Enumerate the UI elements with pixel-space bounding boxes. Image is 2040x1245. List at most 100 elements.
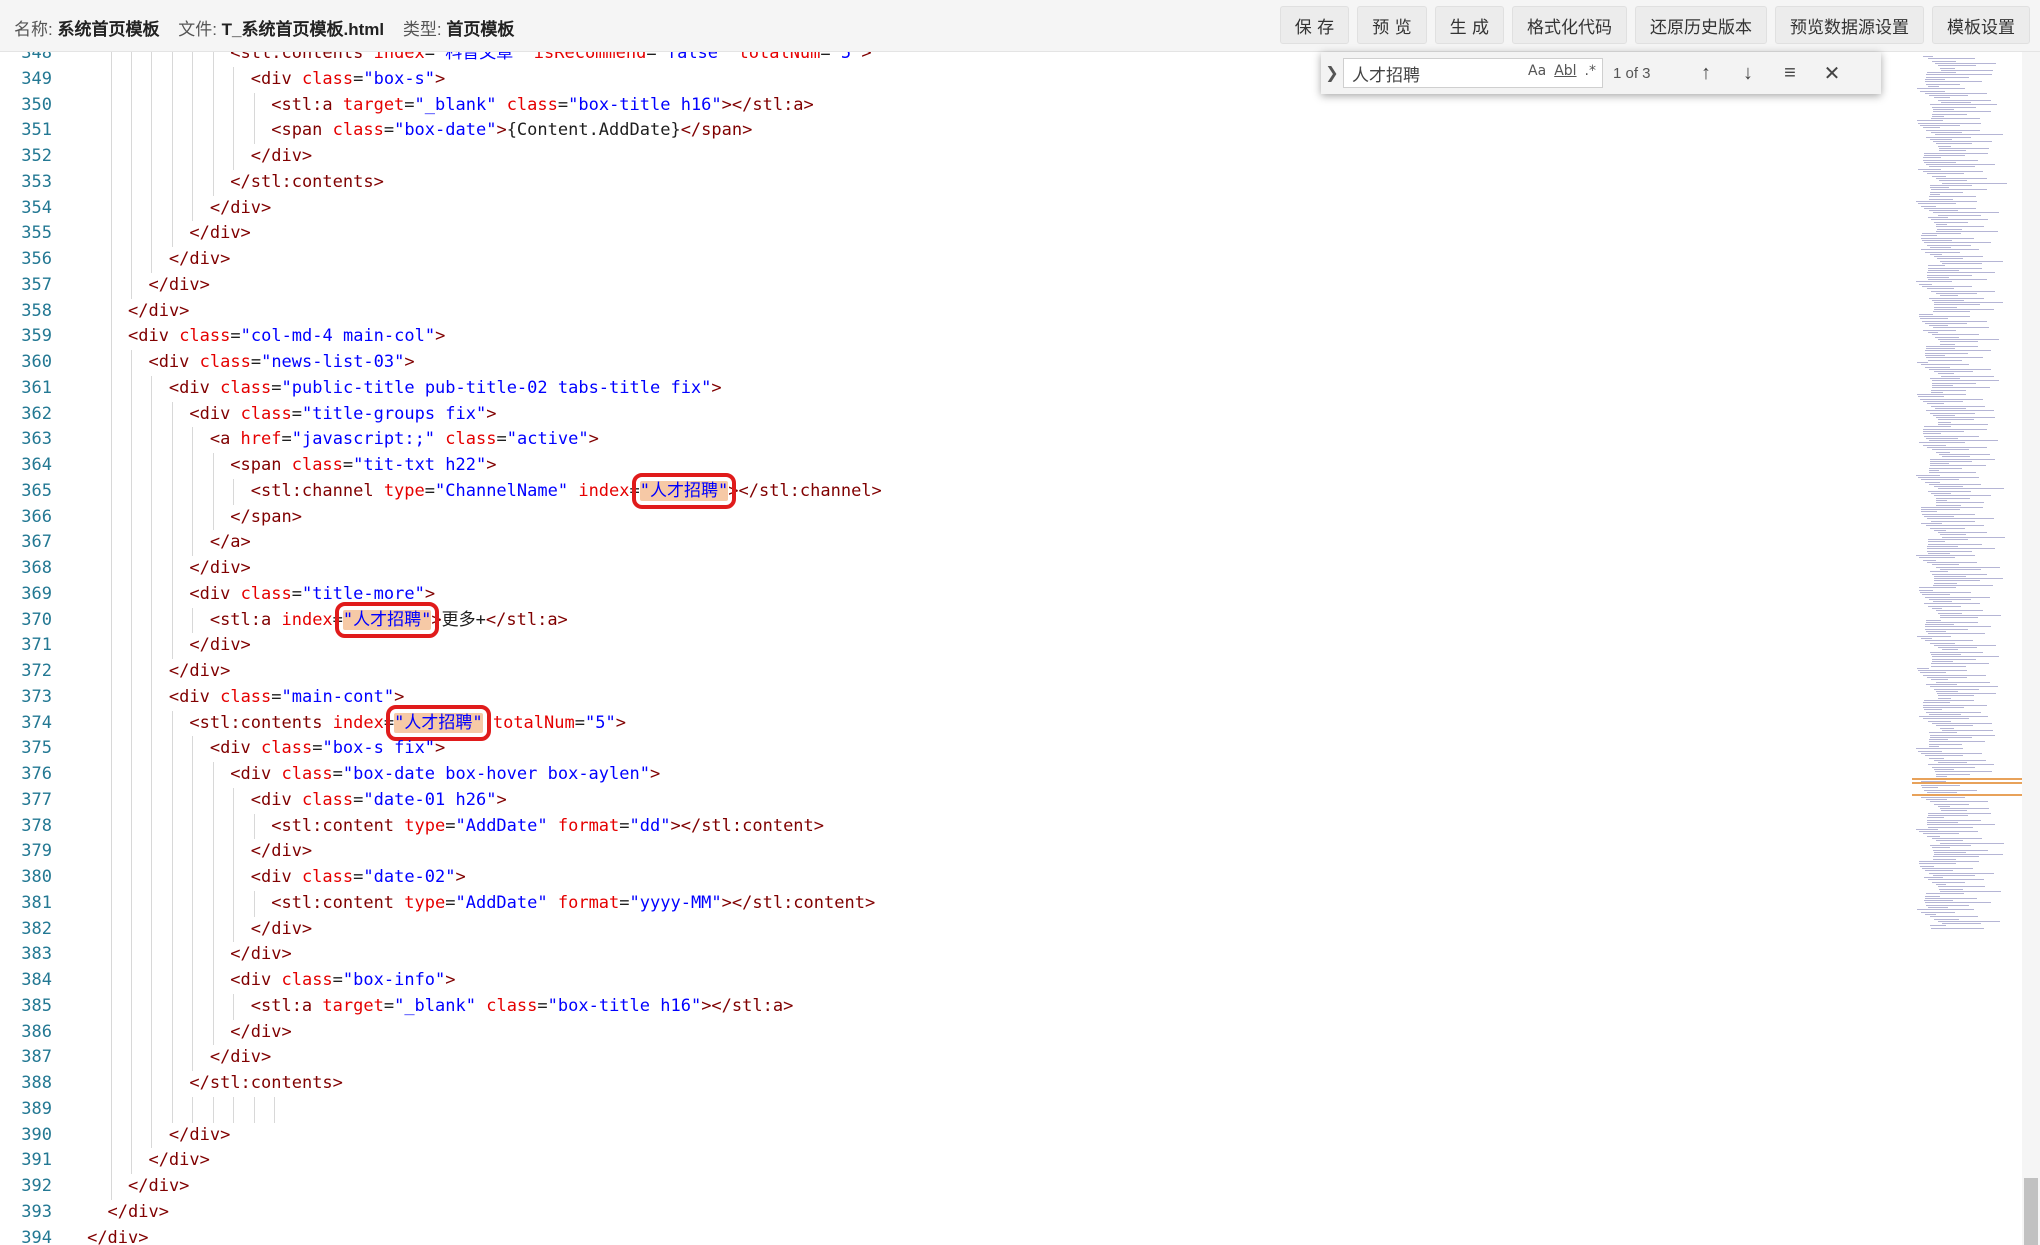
format-code-button[interactable]: 格式化代码 <box>1512 6 1627 44</box>
line-content: </div> <box>169 247 230 273</box>
minimap[interactable] <box>1912 52 2022 932</box>
minimap-line <box>1917 394 1967 396</box>
template-settings-button[interactable]: 模板设置 <box>1932 6 2030 44</box>
find-input[interactable]: 人才招聘 Aa Abl .* <box>1343 58 1603 88</box>
code-token: > <box>435 738 446 759</box>
preview-datasource-button[interactable]: 预览数据源设置 <box>1775 6 1924 44</box>
minimap-line <box>1919 589 1934 591</box>
match-case-icon[interactable]: Aa <box>1528 63 1546 79</box>
code-token: type <box>404 815 446 836</box>
minimap-match-marker <box>1912 794 2022 796</box>
minimap-line <box>1922 706 1964 708</box>
line-content: <stl:a target="_blank" class="box-title … <box>251 994 794 1020</box>
minimap-line <box>1938 424 1989 425</box>
minimap-line <box>1923 603 1980 605</box>
minimap-line <box>1922 787 1939 789</box>
line-content: </div> <box>169 659 230 685</box>
code-token: </span> <box>680 120 753 141</box>
close-icon[interactable]: ✕ <box>1811 57 1853 89</box>
minimap-line <box>1937 258 1964 260</box>
minimap-line <box>1920 364 1969 366</box>
line-number: 385 <box>21 995 52 1016</box>
toolbar: 保 存预 览生 成格式化代码 还原历史版本 预览数据源设置 模板设置 <box>1279 6 2030 44</box>
minimap-line <box>1929 104 1997 106</box>
minimap-line <box>1922 240 1953 241</box>
find-in-selection-icon[interactable]: ≡ <box>1769 57 1811 89</box>
code-token: "date-02" <box>363 867 456 887</box>
code-token: class <box>220 686 272 707</box>
toggle-replace-chevron-icon[interactable]: ❯ <box>1321 63 1343 83</box>
minimap-line <box>1933 759 1986 761</box>
minimap-line <box>1941 456 1970 458</box>
minimap-line <box>1937 373 1954 375</box>
save-button[interactable]: 保 存 <box>1279 6 1350 44</box>
match-count: 1 of 3 <box>1613 64 1651 82</box>
minimap-line <box>1935 223 1947 225</box>
line-content: <div class="title-more"> <box>189 582 435 608</box>
minimap-line <box>1921 511 1938 513</box>
code-token: = <box>250 352 262 372</box>
minimap-line <box>1923 159 1979 161</box>
minimap-line <box>1926 403 1944 405</box>
minimap-line <box>1926 357 1984 359</box>
code-token: class <box>261 738 313 759</box>
minimap-line <box>1933 495 1991 497</box>
minimap-line <box>1927 272 1996 274</box>
code-token: <div <box>250 789 302 810</box>
minimap-line <box>1926 819 1981 821</box>
minimap-line <box>1941 102 1972 103</box>
line-content: <div class="box-info"> <box>230 968 455 994</box>
top-bar: 名称: 系统首页模板 文件: T_系统首页模板.html 类型: 首页模板 保 … <box>0 0 2040 52</box>
code-token: class <box>301 68 354 89</box>
line-content: <stl:content type="AddDate" format="yyyy… <box>271 891 875 917</box>
minimap-line <box>1921 235 1938 237</box>
minimap-line <box>1929 757 1945 759</box>
minimap-line <box>1929 458 1995 460</box>
code-token: "date-01 h26" <box>363 789 497 810</box>
line-number: 381 <box>21 892 52 913</box>
minimap-line <box>1940 842 2005 844</box>
code-token: class <box>199 352 251 372</box>
restore-history-button[interactable]: 还原历史版本 <box>1635 6 1767 44</box>
code-token: index <box>373 52 425 63</box>
code-token: <div <box>209 738 262 759</box>
code-token: index <box>281 609 333 630</box>
minimap-line <box>1925 893 1964 895</box>
code-token: type <box>404 892 446 913</box>
preview-button[interactable]: 预 览 <box>1357 6 1427 44</box>
code-token: </div> <box>250 146 313 166</box>
minimap-line <box>1923 433 1942 435</box>
minimap-line <box>1937 214 1981 216</box>
minimap-line <box>1922 430 1964 432</box>
generate-button[interactable]: 生 成 <box>1434 6 1504 44</box>
minimap-line <box>1936 773 1971 775</box>
arrow-up-icon[interactable]: ↑ <box>1685 57 1727 89</box>
scrollbar-thumb[interactable] <box>2024 1178 2038 1245</box>
line-number: 384 <box>21 970 52 990</box>
minimap-line <box>1928 267 1983 269</box>
search-match-highlight: "人才招聘" <box>334 601 440 638</box>
vertical-scrollbar[interactable] <box>2022 52 2040 1245</box>
code-token: ></stl:content> <box>670 815 825 836</box>
find-widget: ❯ 人才招聘 Aa Abl .* 1 of 3 ↑ ↓ ≡ ✕ <box>1321 52 1881 94</box>
minimap-line <box>1920 509 1960 511</box>
code-editor[interactable]: 348 <stl:contents index="科普文章" isRecommen… <box>0 52 1915 1245</box>
minimap-line <box>1935 497 1970 499</box>
minimap-line <box>1919 313 1934 315</box>
whole-word-icon[interactable]: Abl <box>1554 63 1576 79</box>
regex-icon[interactable]: .* <box>1585 63 1596 79</box>
minimap-line <box>1933 141 1993 143</box>
minimap-line <box>1921 752 1983 754</box>
minimap-line <box>1923 428 1988 430</box>
minimap-line <box>1941 923 1981 925</box>
code-token: </div> <box>230 1021 292 1042</box>
line-content: </span> <box>230 505 302 531</box>
minimap-line <box>1933 874 1976 876</box>
arrow-down-icon[interactable]: ↓ <box>1727 57 1769 89</box>
code-token: <stl:a <box>209 609 282 630</box>
line-number: 377 <box>21 789 52 810</box>
minimap-line <box>1936 725 1974 727</box>
minimap-line <box>1921 233 1961 235</box>
